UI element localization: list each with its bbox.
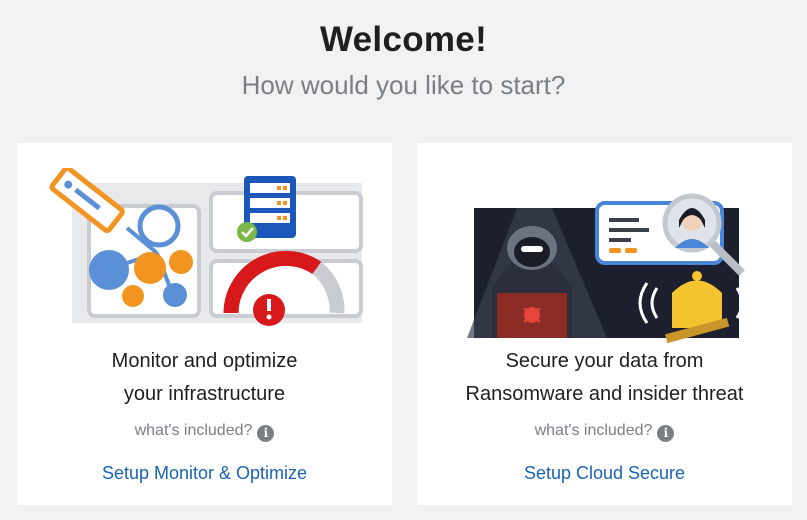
- whats-included[interactable]: what's included? i: [417, 422, 792, 442]
- setup-monitor-optimize-link[interactable]: Setup Monitor & Optimize: [17, 463, 392, 484]
- infrastructure-monitoring-illustration: [49, 168, 363, 326]
- card-title-line1: Monitor and optimize: [111, 350, 298, 372]
- monitor-optimize-card[interactable]: Monitor and optimize your infrastructure…: [17, 143, 392, 505]
- card-title-line2: Ransomware and insider threat: [465, 383, 744, 405]
- whats-included-label[interactable]: what's included?: [135, 422, 253, 439]
- cloud-secure-card[interactable]: Secure your data from Ransomware and ins…: [417, 143, 792, 505]
- whats-included-label[interactable]: what's included?: [535, 422, 653, 439]
- whats-included[interactable]: what's included? i: [17, 422, 392, 442]
- ransomware-security-illustration: [467, 193, 745, 343]
- setup-cloud-secure-link[interactable]: Setup Cloud Secure: [417, 463, 792, 484]
- card-title-line2: your infrastructure: [123, 383, 286, 405]
- card-title: Secure your data from Ransomware and ins…: [417, 345, 792, 411]
- card-title: Monitor and optimize your infrastructure: [17, 345, 392, 411]
- info-icon[interactable]: i: [257, 425, 275, 442]
- card-title-line1: Secure your data from: [505, 350, 704, 372]
- info-icon[interactable]: i: [657, 425, 675, 442]
- page-subtitle: How would you like to start?: [241, 70, 566, 100]
- page-title: Welcome!: [319, 20, 488, 59]
